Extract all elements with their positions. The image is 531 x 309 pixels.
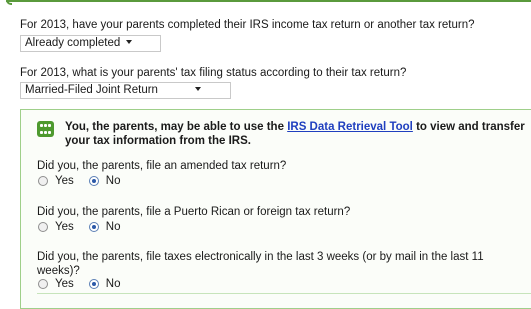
foreign-yes-label: Yes: [55, 221, 74, 233]
electronic-yes-label: Yes: [55, 278, 74, 290]
section-top-border: [6, 0, 531, 5]
amended-no-radio[interactable]: [88, 176, 99, 186]
filed-electronically-radio-group: Yes No: [38, 277, 135, 291]
amended-return-radio-group: Yes No: [38, 174, 135, 188]
question-amended-return: Did you, the parents, file an amended ta…: [37, 160, 287, 172]
section-divider: [37, 293, 531, 294]
foreign-return-radio-group: Yes No: [38, 220, 135, 234]
irs-drt-message: You, the parents, may be able to use the…: [65, 120, 525, 148]
filing-status-select[interactable]: Married-Filed Joint Return: [20, 82, 231, 99]
foreign-yes-radio[interactable]: [38, 222, 48, 232]
tax-return-completed-select[interactable]: Already completed: [20, 35, 161, 52]
question-filing-status: For 2013, what is your parents' tax fili…: [20, 67, 407, 79]
amended-no-label: No: [105, 175, 121, 187]
foreign-no-radio[interactable]: [88, 222, 99, 232]
grid-info-icon: [37, 121, 54, 137]
filing-status-value: Married-Filed Joint Return: [25, 84, 158, 96]
question-tax-return-completed: For 2013, have your parents completed th…: [20, 19, 475, 31]
irs-drt-text-before: You, the parents, may be able to use the: [65, 121, 288, 133]
chevron-down-icon: [126, 39, 133, 44]
electronic-no-radio[interactable]: [88, 279, 99, 289]
electronic-no-label: No: [105, 278, 121, 290]
amended-yes-label: Yes: [55, 175, 74, 187]
irs-drt-link[interactable]: IRS Data Retrieval Tool: [287, 121, 413, 133]
electronic-yes-radio[interactable]: [38, 279, 48, 289]
chevron-down-icon: [194, 86, 201, 91]
question-foreign-return: Did you, the parents, file a Puerto Rica…: [37, 206, 351, 218]
foreign-no-label: No: [105, 221, 121, 233]
tax-return-completed-value: Already completed: [25, 37, 121, 49]
amended-yes-radio[interactable]: [38, 176, 48, 186]
question-filed-electronically: Did you, the parents, file taxes electro…: [37, 251, 484, 277]
